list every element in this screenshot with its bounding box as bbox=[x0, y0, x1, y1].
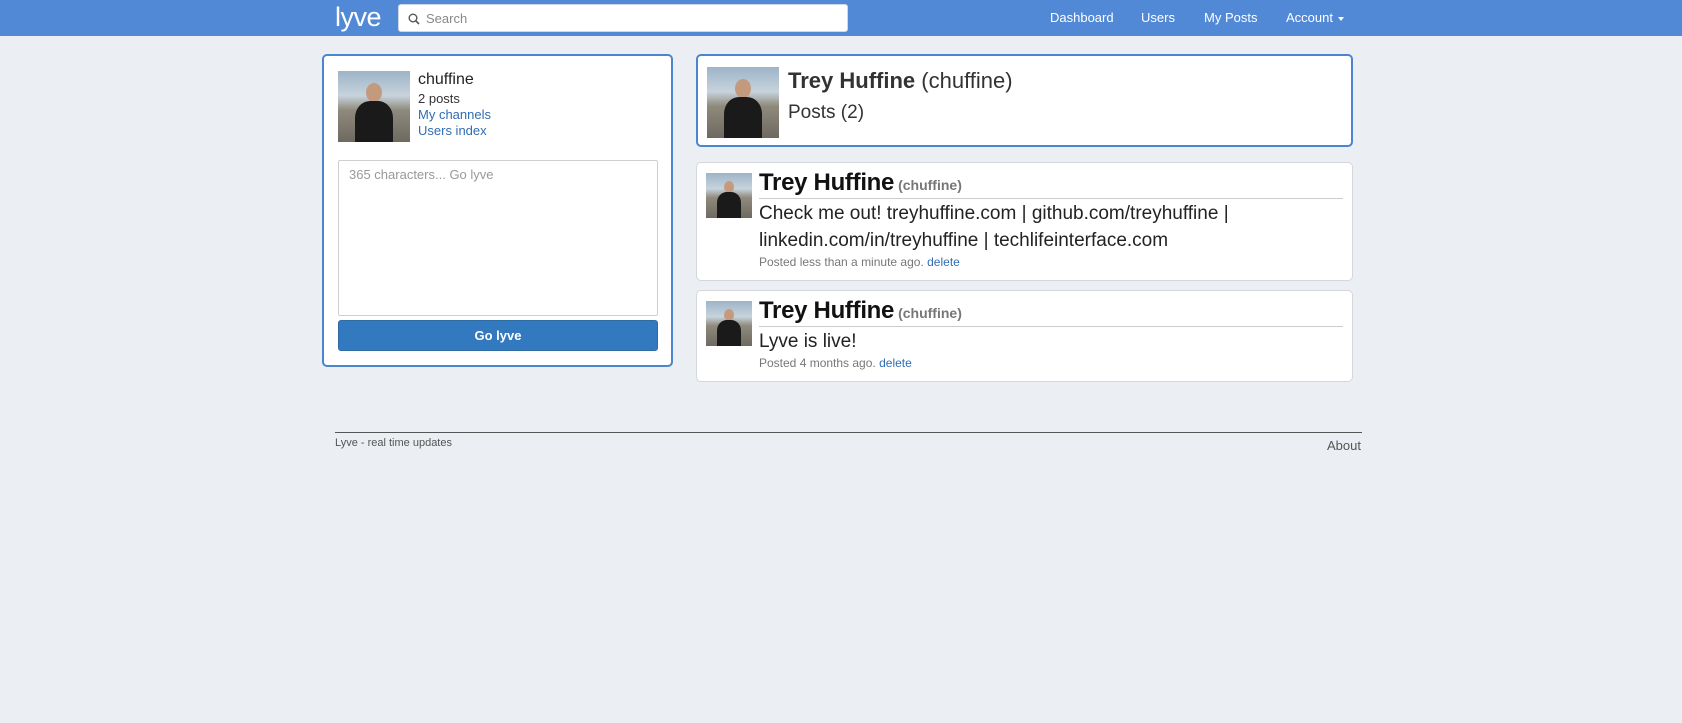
footer-tagline: Lyve - real time updates bbox=[335, 437, 452, 449]
nav-account[interactable]: Account bbox=[1286, 10, 1344, 25]
post-meta: Posted less than a minute ago. delete bbox=[759, 255, 960, 269]
avatar[interactable] bbox=[706, 301, 752, 346]
delete-post-link[interactable]: delete bbox=[879, 356, 912, 370]
delete-post-link[interactable]: delete bbox=[927, 255, 960, 269]
profile-full-name: Trey Huffine bbox=[788, 68, 916, 93]
brand-logo[interactable]: lyve bbox=[335, 2, 382, 33]
my-channels-link[interactable]: My channels bbox=[418, 107, 491, 122]
post-author[interactable]: Trey Huffine bbox=[759, 297, 894, 324]
sidebar-post-count: 2 posts bbox=[418, 91, 460, 106]
avatar[interactable] bbox=[706, 173, 752, 218]
post-timestamp: Posted 4 months ago. bbox=[759, 356, 876, 370]
post-timestamp: Posted less than a minute ago. bbox=[759, 255, 924, 269]
sidebar-username: chuffine bbox=[418, 71, 474, 88]
profile-username: (chuffine) bbox=[921, 68, 1013, 93]
go-lyve-button[interactable]: Go lyve bbox=[338, 320, 658, 351]
post-content: Lyve is live! bbox=[759, 331, 857, 352]
post-card: Trey Huffine (chuffine) Lyve is live! Pos… bbox=[696, 290, 1353, 382]
post-meta: Posted 4 months ago. delete bbox=[759, 356, 912, 370]
footer-about-link[interactable]: About bbox=[1327, 438, 1361, 453]
users-index-link[interactable]: Users index bbox=[418, 123, 487, 138]
search-box[interactable] bbox=[398, 4, 848, 32]
search-input[interactable] bbox=[426, 5, 841, 31]
post-header: Trey Huffine (chuffine) bbox=[759, 297, 1343, 327]
compose-textarea[interactable] bbox=[338, 160, 658, 316]
post-username: (chuffine) bbox=[898, 177, 962, 193]
profile-header: Trey Huffine (chuffine) Posts (2) bbox=[696, 54, 1353, 147]
search-icon bbox=[408, 13, 420, 25]
avatar bbox=[707, 67, 779, 138]
post-header: Trey Huffine (chuffine) bbox=[759, 169, 1343, 199]
user-sidebar: chuffine 2 posts My channels Users index… bbox=[322, 54, 673, 367]
avatar[interactable] bbox=[338, 71, 410, 142]
caret-down-icon bbox=[1337, 16, 1344, 21]
nav-users[interactable]: Users bbox=[1141, 10, 1175, 25]
footer-divider bbox=[335, 432, 1362, 433]
post-content: Check me out! treyhuffine.com | github.c… bbox=[759, 203, 1229, 251]
nav-my-posts[interactable]: My Posts bbox=[1204, 10, 1257, 25]
posts-heading: Posts (2) bbox=[788, 102, 865, 123]
profile-title: Trey Huffine (chuffine) bbox=[788, 68, 1013, 94]
post-card: Trey Huffine (chuffine) Check me out! tre… bbox=[696, 162, 1353, 281]
nav-account-label: Account bbox=[1286, 10, 1333, 25]
nav-dashboard[interactable]: Dashboard bbox=[1050, 10, 1114, 25]
navbar: lyve Dashboard Users My Posts Account bbox=[0, 0, 1682, 36]
post-username: (chuffine) bbox=[898, 305, 962, 321]
post-author[interactable]: Trey Huffine bbox=[759, 169, 894, 196]
